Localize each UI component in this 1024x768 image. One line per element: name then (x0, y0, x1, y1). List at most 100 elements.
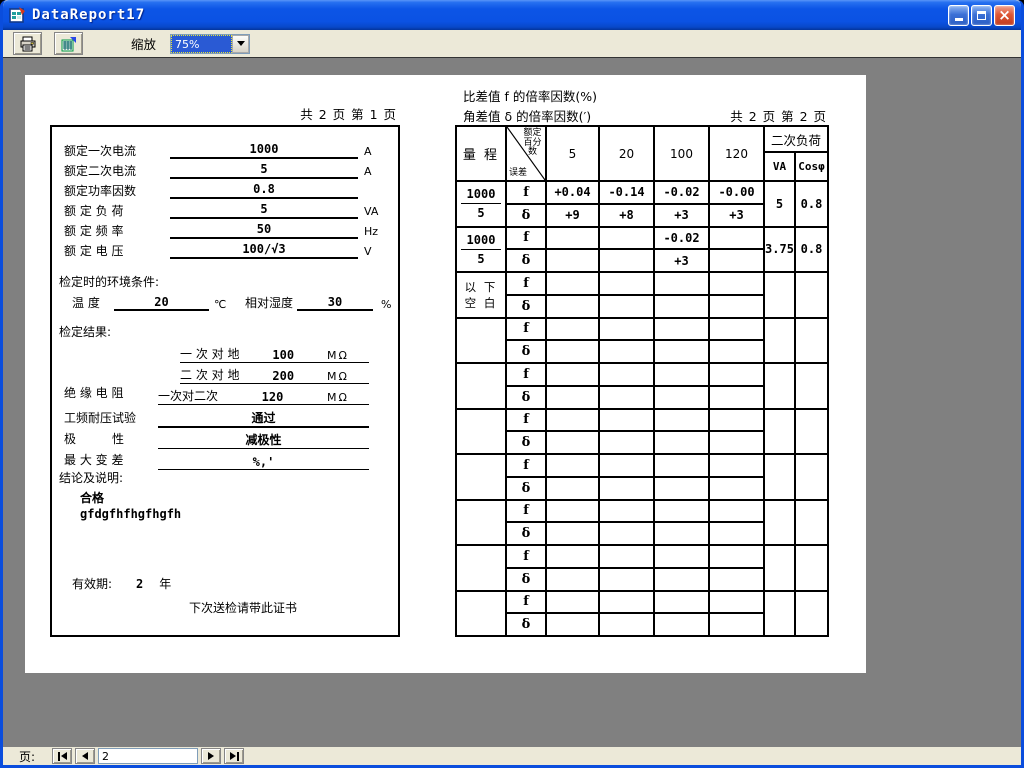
angle-error-cell (709, 340, 764, 363)
field-label: 额定二次电流 (64, 164, 170, 179)
insulation-line: 二 次 对 地200MΩ (180, 366, 369, 384)
ratio-error-cell (654, 363, 709, 386)
titlebar: DataReport17 × (3, 0, 1021, 30)
percent-col-header: 100 (654, 126, 709, 181)
close-button[interactable]: × (994, 5, 1015, 26)
conclusion-title: 结论及说明: (59, 469, 123, 486)
angle-error-cell (654, 568, 709, 591)
angle-error-cell (599, 340, 654, 363)
range-cell (456, 500, 506, 546)
field-value: 100/√3 (170, 242, 358, 259)
last-page-button[interactable] (224, 748, 244, 764)
angle-error-cell (709, 386, 764, 409)
field-label: 额定一次电流 (64, 144, 170, 159)
variation-label: 最 大 变 差 (64, 451, 123, 468)
angle-error-cell (709, 522, 764, 545)
measurement-table-body: 10005f+0.04-0.14-0.02-0.0050.8δ+9+8+3+31… (456, 181, 828, 636)
ratio-error-cell (599, 227, 654, 250)
polarity-label: 极 性 (64, 430, 124, 447)
next-page-button[interactable] (201, 748, 221, 764)
field-unit: Hz (358, 224, 394, 239)
angle-error-cell (546, 522, 599, 545)
cos-cell: 0.8 (795, 227, 828, 273)
last-page-icon (237, 752, 239, 761)
temp-unit: ℃ (209, 298, 239, 311)
ratio-error-cell (599, 454, 654, 477)
certificate-form: 额定一次电流1000A额定二次电流5A额定功率因数0.8额 定 负 荷5VA额 … (50, 125, 400, 637)
f-row-label: f (506, 454, 546, 477)
angle-error-cell: +3 (654, 204, 709, 227)
ratio-error-cell (546, 545, 599, 568)
angle-error-cell (599, 249, 654, 272)
zoom-combobox[interactable]: 75% (170, 34, 250, 54)
export-button[interactable] (54, 32, 83, 55)
cos-cell (795, 545, 828, 591)
ratio-error-cell (546, 409, 599, 432)
print-preview-area[interactable]: 共 2 页 第 1 页 额定一次电流1000A额定二次电流5A额定功率因数0.8… (3, 58, 1021, 746)
angle-error-cell (599, 568, 654, 591)
insulation-line: 一次对二次120MΩ (158, 387, 369, 405)
field-value: 5 (170, 162, 358, 179)
humidity-value: 30 (297, 295, 373, 311)
table-row: f (456, 591, 828, 614)
prev-page-button[interactable] (75, 748, 95, 764)
field-row: 额 定 频 率50Hz (52, 219, 398, 239)
delta-row-label: δ (506, 568, 546, 591)
print-button[interactable] (13, 32, 42, 55)
table-row: f (456, 545, 828, 568)
range-header: 量 程 (456, 126, 506, 181)
insulation-line: 一 次 对 地100MΩ (180, 345, 369, 363)
ratio-error-cell (709, 227, 764, 250)
toolbar: 缩放 75% (3, 30, 1021, 58)
report-paper: 共 2 页 第 1 页 额定一次电流1000A额定二次电流5A额定功率因数0.8… (25, 75, 866, 673)
table-row: f (456, 363, 828, 386)
ratio-error-cell (546, 318, 599, 341)
first-page-button[interactable] (52, 748, 72, 764)
polarity-value: 减极性 (158, 431, 369, 449)
ratio-error-cell (546, 272, 599, 295)
f-row-label: f (506, 181, 546, 204)
ratio-error-cell (709, 272, 764, 295)
diagonal-header-cell: 额定 百分 数 误差 (506, 126, 546, 181)
range-cell (456, 545, 506, 591)
conclusion-line-2: gfdgfhfhgfhgfh (80, 507, 181, 521)
page2-indicator: 共 2 页 第 2 页 (670, 106, 827, 125)
field-row: 额定功率因数0.8 (52, 179, 398, 199)
cos-cell: 0.8 (795, 181, 828, 227)
app-window: DataReport17 × 缩放 (0, 0, 1024, 768)
delta-row-label: δ (506, 613, 546, 636)
angle-error-cell (599, 386, 654, 409)
withstand-label: 工频耐压试验 (64, 409, 136, 426)
insulation-row: 二 次 对 地200MΩ (52, 363, 398, 384)
humidity-unit: % (373, 298, 391, 311)
humidity-label: 相对湿度 (239, 294, 297, 311)
insulation-unit: MΩ (327, 391, 369, 404)
minimize-button[interactable] (948, 5, 969, 26)
app-icon (9, 7, 26, 23)
angle-error-cell (654, 295, 709, 318)
ratio-error-cell (546, 363, 599, 386)
ratio-error-cell: +0.04 (546, 181, 599, 204)
va-cell (764, 545, 795, 591)
insulation-row: 一 次 对 地100MΩ (52, 342, 398, 363)
angle-error-cell (546, 568, 599, 591)
close-icon: × (998, 8, 1011, 23)
field-label: 额 定 负 荷 (64, 204, 170, 219)
page-number-input[interactable] (98, 748, 198, 764)
maximize-button[interactable] (971, 5, 992, 26)
angle-error-cell: +3 (709, 204, 764, 227)
zoom-dropdown-button[interactable] (232, 35, 249, 53)
field-row: 额 定 负 荷5VA (52, 199, 398, 219)
field-value: 50 (170, 222, 358, 239)
range-cell: 10005 (456, 181, 506, 227)
insulation-point-label: 一次对二次 (158, 387, 218, 404)
angle-error-cell: +8 (599, 204, 654, 227)
diag-top-label: 额定 百分 数 (522, 129, 543, 158)
angle-error-cell (709, 568, 764, 591)
secondary-load-header: 二次负荷 (764, 126, 828, 152)
cos-cell (795, 454, 828, 500)
table-row: f (456, 454, 828, 477)
minimize-icon (955, 18, 963, 21)
f-row-label: f (506, 500, 546, 523)
insulation-value: 200 (239, 369, 327, 383)
